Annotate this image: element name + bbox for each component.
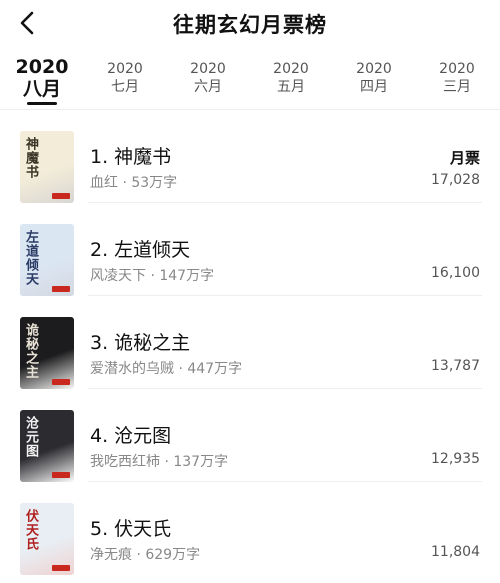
list-item[interactable]: 伏天氏 5. 伏天氏 净无痕 · 629万字 11,804 (0, 482, 500, 575)
book-cover: 左道倾天 (20, 224, 74, 296)
book-title: 1. 神魔书 (90, 146, 172, 168)
book-title: 5. 伏天氏 (90, 518, 172, 540)
tab-2020-jun[interactable]: 2020 六月 (173, 54, 243, 96)
tab-year: 2020 (439, 61, 475, 77)
tab-month: 六月 (194, 79, 222, 95)
cover-publisher-mark (52, 286, 70, 292)
vote-count: 13,787 (431, 358, 480, 374)
book-meta: 净无痕 · 629万字 (90, 547, 201, 563)
list-item[interactable]: 神魔书 1. 神魔书 血红 · 53万字 月票 17,028 (0, 110, 500, 203)
book-meta: 我吃西红柿 · 137万字 (90, 454, 229, 470)
vote-count: 17,028 (431, 172, 480, 188)
book-title: 4. 沧元图 (90, 425, 172, 447)
month-tabs: 2020 八月 2020 七月 2020 六月 2020 五月 2020 四月 … (0, 54, 500, 106)
book-title: 2. 左道倾天 (90, 239, 191, 261)
tab-2020-may[interactable]: 2020 五月 (256, 54, 326, 96)
vote-count: 12,935 (431, 451, 480, 467)
tab-month: 五月 (277, 79, 305, 95)
tab-2020-aug[interactable]: 2020 八月 (7, 54, 77, 105)
book-meta: 爱潜水的乌贼 · 447万字 (90, 361, 243, 377)
book-cover: 诡秘之主 (20, 317, 74, 389)
active-tab-indicator (27, 102, 57, 105)
book-cover: 伏天氏 (20, 503, 74, 575)
book-meta: 风凌天下 · 147万字 (90, 268, 215, 284)
cover-title-text: 左道倾天 (23, 230, 38, 286)
cover-publisher-mark (52, 472, 70, 478)
cover-title-text: 神魔书 (23, 137, 38, 179)
page-title: 往期玄幻月票榜 (173, 13, 327, 37)
tab-year: 2020 (190, 61, 226, 77)
cover-publisher-mark (52, 565, 70, 571)
list-item[interactable]: 诡秘之主 3. 诡秘之主 爱潜水的乌贼 · 447万字 13,787 (0, 296, 500, 389)
tab-year: 2020 (107, 61, 143, 77)
tab-year: 2020 (356, 61, 392, 77)
tab-2020-jul[interactable]: 2020 七月 (90, 54, 160, 96)
votes-label: 月票 (449, 149, 480, 167)
tab-month: 八月 (22, 78, 61, 100)
cover-title-text: 沧元图 (23, 416, 38, 458)
cover-publisher-mark (52, 379, 70, 385)
tab-year: 2020 (15, 56, 69, 78)
list-item[interactable]: 沧元图 4. 沧元图 我吃西红柿 · 137万字 12,935 (0, 389, 500, 482)
tab-month: 七月 (111, 79, 139, 95)
book-meta: 血红 · 53万字 (90, 175, 178, 191)
top-bar: 往期玄幻月票榜 (0, 0, 500, 46)
cover-publisher-mark (52, 193, 70, 199)
tab-month: 四月 (360, 79, 388, 95)
list-item[interactable]: 左道倾天 2. 左道倾天 风凌天下 · 147万字 16,100 (0, 203, 500, 296)
tab-2020-apr[interactable]: 2020 四月 (339, 54, 409, 96)
cover-title-text: 诡秘之主 (23, 323, 38, 379)
vote-count: 11,804 (431, 544, 480, 560)
tab-2020-mar[interactable]: 2020 三月 (422, 54, 492, 96)
cover-title-text: 伏天氏 (23, 509, 38, 551)
book-cover: 神魔书 (20, 131, 74, 203)
book-cover: 沧元图 (20, 410, 74, 482)
tab-year: 2020 (273, 61, 309, 77)
book-title: 3. 诡秘之主 (90, 332, 191, 354)
vote-count: 16,100 (431, 265, 480, 281)
tab-month: 三月 (443, 79, 471, 95)
